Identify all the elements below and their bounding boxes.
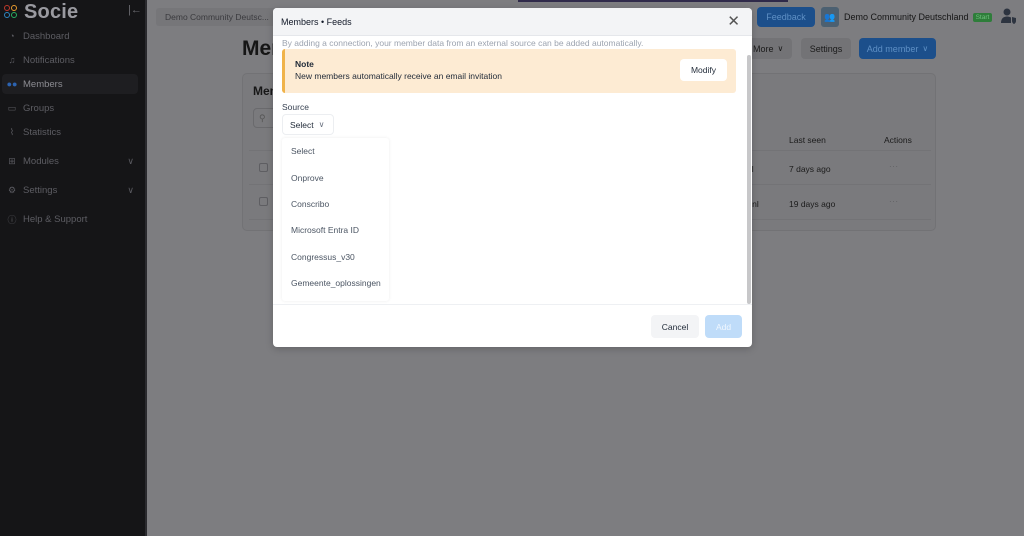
- dashboard-icon: ◔: [9, 31, 15, 41]
- user-shield-icon[interactable]: [1000, 7, 1018, 25]
- sidebar-item-label: Modules: [23, 155, 59, 167]
- sidebar-item-label: Dashboard: [23, 30, 70, 42]
- groups-icon: ▭: [7, 102, 17, 113]
- note-title: Note: [295, 59, 314, 69]
- search-icon: ⚲: [259, 112, 266, 123]
- sidebar-item-label: Help & Support: [23, 213, 88, 225]
- bell-icon: ♫: [8, 55, 16, 65]
- row-checkbox[interactable]: [259, 197, 268, 206]
- sidebar-item-settings[interactable]: ⚙ Settings ∨: [2, 180, 138, 200]
- source-label: Source: [282, 102, 309, 112]
- source-option-select[interactable]: Select: [282, 138, 389, 164]
- sidebar-item-label: Members: [23, 78, 63, 90]
- sidebar-item-label: Groups: [23, 102, 55, 114]
- row-last-seen: 7 days ago: [789, 164, 831, 174]
- sidebar-item-groups[interactable]: ▭ Groups: [2, 98, 138, 118]
- column-header-last-seen[interactable]: Last seen: [789, 135, 826, 145]
- more-label: More: [753, 43, 774, 54]
- plan-badge: Start: [972, 12, 993, 22]
- sidebar-item-modules[interactable]: ⊞ Modules ∨: [2, 151, 138, 171]
- row-checkbox[interactable]: [259, 163, 268, 172]
- sidebar: Socie |← ◔ Dashboard ♫ Notifications ●● …: [0, 0, 147, 536]
- modal-header: Members • Feeds: [273, 8, 752, 36]
- topbar-accent: [518, 0, 788, 2]
- sidebar-item-label: Settings: [23, 184, 58, 196]
- source-option-onprove[interactable]: Onprove: [282, 164, 389, 190]
- source-option-microsoft-entra-id[interactable]: Microsoft Entra ID: [282, 217, 389, 243]
- modal-description: By adding a connection, your member data…: [282, 38, 644, 48]
- sidebar-item-label: Notifications: [23, 54, 75, 66]
- grid-icon: ⊞: [8, 155, 16, 166]
- add-button[interactable]: Add: [705, 315, 742, 338]
- community-name: Demo Community Deutschland: [844, 12, 969, 22]
- community-icon: 👥: [821, 7, 839, 27]
- sidebar-item-notifications[interactable]: ♫ Notifications: [2, 50, 138, 70]
- chevron-down-icon: ∨: [922, 44, 929, 53]
- sidebar-item-help[interactable]: ⓘ Help & Support: [2, 209, 138, 229]
- settings-button[interactable]: Settings: [801, 38, 851, 59]
- cancel-button[interactable]: Cancel: [651, 315, 699, 338]
- feedback-button[interactable]: Feedback: [757, 7, 815, 27]
- row-actions-button[interactable]: ···: [889, 162, 899, 171]
- gear-icon: ⚙: [7, 184, 17, 195]
- modify-button[interactable]: Modify: [680, 59, 727, 81]
- add-member-button[interactable]: Add member ∨: [859, 38, 936, 59]
- source-dropdown: Select Onprove Conscribo Microsoft Entra…: [282, 138, 389, 301]
- row-actions-button[interactable]: ···: [889, 197, 899, 206]
- feeds-modal: Members • Feeds ✕ By adding a connection…: [273, 8, 752, 347]
- modal-title: Members • Feeds: [281, 16, 352, 27]
- source-option-conscribo[interactable]: Conscribo: [282, 191, 389, 217]
- sidebar-nav: ◔ Dashboard ♫ Notifications ●● Members ▭…: [2, 26, 138, 233]
- source-option-gemeente-oplossingen[interactable]: Gemeente_oplossingen: [282, 270, 389, 296]
- socie-logo-icon: [4, 5, 18, 19]
- users-icon: ●●: [6, 79, 18, 89]
- source-select[interactable]: Select ∨: [282, 114, 334, 135]
- modal-scrollbar[interactable]: [747, 55, 751, 304]
- chevron-down-icon: ∨: [777, 44, 784, 53]
- brand[interactable]: Socie: [4, 0, 78, 24]
- note-callout: Note New members automatically receive a…: [282, 49, 736, 93]
- column-header-actions: Actions: [884, 135, 912, 145]
- source-option-congressus[interactable]: Congressus_v30: [282, 244, 389, 270]
- brand-name: Socie: [24, 0, 79, 23]
- note-text: New members automatically receive an ema…: [295, 71, 502, 81]
- chart-icon: ⌇: [9, 126, 15, 137]
- collapse-left-icon[interactable]: |←: [128, 4, 142, 16]
- chevron-down-icon: ∨: [318, 120, 325, 129]
- sidebar-item-label: Statistics: [23, 126, 62, 138]
- chevron-down-icon: ∨: [127, 184, 134, 195]
- source-select-value: Select: [290, 119, 314, 130]
- close-icon[interactable]: ✕: [727, 14, 740, 29]
- help-icon: ⓘ: [7, 214, 17, 225]
- row-last-seen: 19 days ago: [789, 199, 836, 209]
- community-switcher[interactable]: 👥 Demo Community Deutschland Start: [821, 7, 993, 27]
- chevron-down-icon: ∨: [127, 155, 134, 166]
- community-breadcrumb[interactable]: Demo Community Deutsc...: [156, 8, 276, 26]
- sidebar-item-dashboard[interactable]: ◔ Dashboard: [2, 26, 138, 46]
- sidebar-item-statistics[interactable]: ⌇ Statistics: [2, 122, 138, 142]
- sidebar-item-members[interactable]: ●● Members: [2, 74, 138, 94]
- add-member-label: Add member: [866, 43, 919, 54]
- divider: [273, 304, 752, 305]
